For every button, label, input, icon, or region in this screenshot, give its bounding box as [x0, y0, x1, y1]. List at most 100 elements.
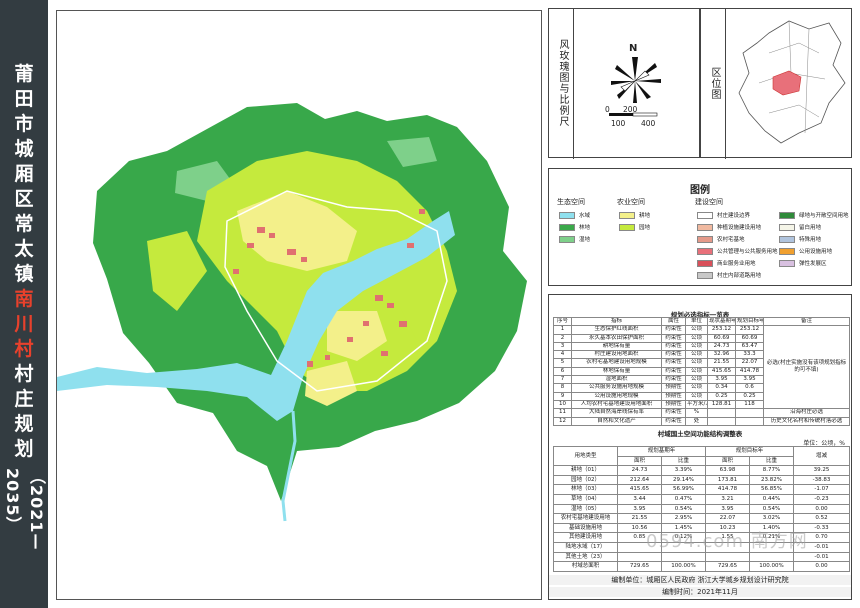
compass-panel: 风玫瑰图与比例尺 N 0 200 100 400 [548, 8, 700, 159]
table1-cell: 公顷 [685, 358, 708, 368]
table1-cell: 4 [553, 350, 572, 360]
table2-cell: 其他土地（23） [553, 551, 618, 563]
legend-label: 特殊用地 [799, 237, 822, 243]
legend-item: 林地 [559, 223, 590, 231]
table1-cell: 约束性 [661, 408, 686, 418]
table2-cell: 39.25 [793, 465, 851, 476]
table2-cell: 0.54% [660, 503, 707, 515]
scale-tick-0: 0 [605, 105, 610, 114]
table1-cell: 253.12 [735, 325, 764, 335]
table2-cell: 414.78 [705, 484, 751, 495]
title-char: 区 [14, 188, 34, 210]
table1-cell: 0.6 [735, 383, 764, 393]
table1-cell: 公顷 [685, 383, 708, 393]
legend-label: 村庄建设边界 [717, 213, 751, 219]
table2-cell: 729.65 [705, 561, 751, 572]
table1-cell: % [685, 408, 708, 418]
legend-swatch [559, 235, 575, 243]
table2-cell: -0.01 [793, 551, 851, 563]
legend-group-label: 生态空间 [557, 198, 585, 206]
scale-tick-100: 100 [611, 119, 626, 128]
sub-area: 面积 [617, 455, 662, 467]
table1-cell: 414.78 [735, 366, 764, 377]
legend-label: 商业服务业用地 [717, 261, 756, 267]
table2-cell [617, 551, 662, 563]
map-area [56, 10, 542, 600]
table1-cell: 耕地保有量 [571, 341, 662, 352]
sub-area: 面积 [705, 455, 751, 467]
legend-label: 水域 [579, 213, 591, 219]
scale-tick-400: 400 [641, 119, 656, 128]
legend-swatch [697, 211, 713, 219]
table1-cell: 6 [553, 366, 572, 377]
table1-cell: 约束性 [661, 358, 686, 368]
table2-cell [660, 551, 707, 563]
table2-cell: 100.00% [749, 561, 795, 572]
table2-cell: 3.95 [617, 503, 662, 515]
legend-swatch [559, 223, 575, 231]
table1-cell: 约束性 [661, 341, 686, 352]
table2-cell: 其他建设用地 [553, 532, 618, 543]
table1-cell: 公顷 [685, 350, 708, 360]
col-change: 增减 [793, 445, 851, 467]
divider [573, 9, 574, 159]
legend-swatch [779, 223, 795, 231]
legend-swatch [697, 259, 713, 267]
legend-item: 湿地 [559, 235, 590, 243]
table2-cell: 3.21 [705, 493, 751, 505]
legend-swatch [697, 271, 713, 279]
title-char: 川 [14, 313, 34, 335]
table1-cell: 0.25 [735, 391, 764, 401]
table2-cell: 农村宅基地建设用地 [553, 513, 618, 524]
table1-cell: 60.69 [735, 333, 764, 343]
table-row: 12 自然和文化遗产 约束性处 历史文化名村和传统村落必选 [553, 416, 850, 426]
sub-ratio: 比重 [660, 455, 707, 467]
table2-cell: 基础设施用地 [553, 522, 618, 534]
legend-item: 绿地与开敞空间用地 [779, 211, 849, 219]
table2-cell: 3.95 [705, 503, 751, 515]
table1-cell: 0.34 [707, 383, 736, 393]
table1-cell: 公共服务设施用地规模 [571, 383, 662, 393]
legend-swatch [779, 211, 795, 219]
table1-header: 属性 [661, 316, 686, 327]
table2-cell: 415.65 [617, 484, 662, 495]
legend-swatch [697, 235, 713, 243]
table1-cell: 公顷 [685, 366, 708, 377]
legend-item: 公共管理与公共服务用地 [697, 247, 778, 255]
table1-cell: 3.95 [707, 375, 736, 385]
wind-rose-icon [611, 57, 661, 103]
table1-header: 规划目标年 [735, 316, 764, 327]
table2-cell [705, 551, 751, 563]
table1-cell: 24.73 [707, 341, 736, 352]
legend-group-label: 建设空间 [695, 198, 723, 206]
table1-cell: 33.3 [735, 350, 764, 360]
table2-cell: 8.77% [749, 465, 795, 476]
title-char: 常 [14, 213, 34, 235]
table1-cell: 12 [553, 416, 572, 426]
legend-swatch [619, 211, 635, 219]
table1-cell: 10 [553, 399, 572, 410]
table1-cell: 公顷 [685, 333, 708, 343]
table1-cell: 63.47 [735, 341, 764, 352]
table2-cell: 湿地（05） [553, 503, 618, 515]
tables-panel: 规划必选指标一览表 序号 指标 属性 单位 现状基期年 规划目标年 备注 1 生态保护红线面积… [548, 294, 852, 600]
table1-cell [707, 416, 736, 426]
legend-item: 商业服务业用地 [697, 259, 756, 267]
title-char: 城 [14, 138, 34, 160]
title-bar: 莆田市城厢区常太镇南川村村庄规划 （2021—2035） [0, 0, 48, 608]
table1-cell: 公顷 [685, 391, 708, 401]
table1-cell: 公用设施用地规模 [571, 391, 662, 401]
watermark: 0594.com 南方网 [646, 531, 808, 552]
legend-label: 村庄内部道路用地 [717, 273, 762, 279]
table1-cell: 约束性 [661, 375, 686, 385]
location-map [738, 20, 846, 144]
col-base: 规划基期年 [616, 446, 707, 457]
legend-swatch [779, 235, 795, 243]
table1-cell: 人均农村宅基地建设用地面积 [571, 399, 662, 410]
legend-item: 耕地 [619, 211, 650, 219]
table2-cell: 173.81 [705, 474, 751, 486]
table1-cell: 沿海村庄必选 [763, 408, 850, 418]
table1-cell: 60.69 [707, 333, 736, 343]
table1-cell: 约束性 [661, 416, 686, 426]
table2-cell: 0.47% [660, 493, 707, 505]
